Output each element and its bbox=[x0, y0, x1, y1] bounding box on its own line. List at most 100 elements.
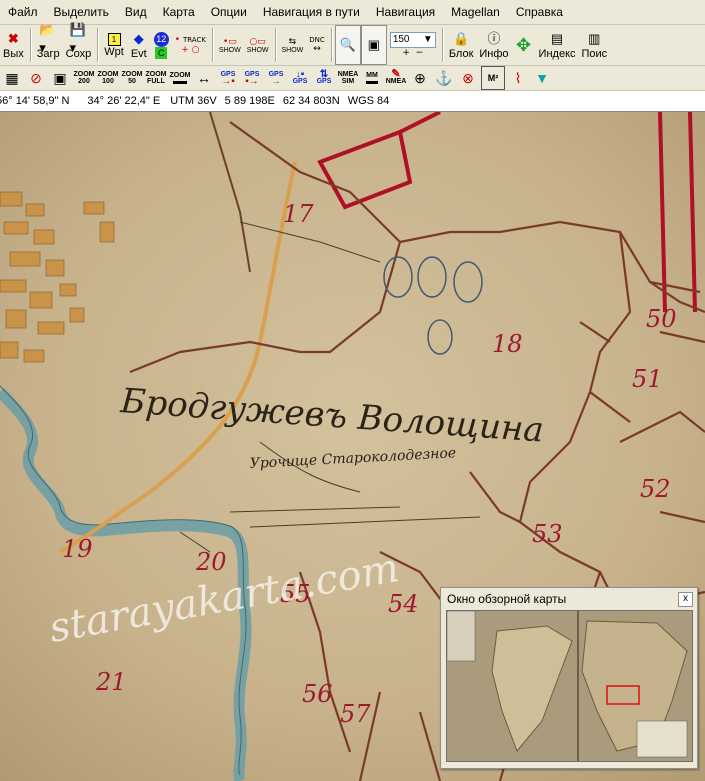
gps-route-button[interactable]: GPS ▪→ bbox=[241, 67, 263, 89]
zoom-select[interactable]: 150 ▼ + − bbox=[387, 26, 439, 64]
plot-number: 56 bbox=[302, 680, 333, 708]
menu-bar: Файл Выделить Вид Карта Опции Навигация … bbox=[0, 0, 705, 25]
close-icon[interactable]: x bbox=[678, 591, 693, 607]
plot-number: 18 bbox=[492, 330, 523, 358]
mm-bar bbox=[366, 81, 378, 84]
exit-button[interactable]: ✖ Вых bbox=[0, 26, 27, 64]
area-button[interactable]: M² bbox=[481, 66, 505, 90]
separator bbox=[330, 28, 332, 62]
overview-map-canvas bbox=[447, 611, 692, 761]
map-view[interactable]: Бродгужевъ Волощина Урочище Староколодез… bbox=[0, 112, 705, 781]
search-button[interactable]: ▥ Поис bbox=[579, 26, 611, 64]
show-track-button[interactable]: •▭ SHOW bbox=[216, 26, 244, 64]
chevron-down-icon: ▼ bbox=[422, 34, 433, 45]
info-icon: ⓘ bbox=[487, 31, 501, 46]
nmea-sim-value: SIM bbox=[341, 78, 355, 85]
zoom-custom-bar bbox=[173, 81, 187, 84]
plot-number: 54 bbox=[388, 590, 419, 618]
show-objects-button[interactable]: ⇆ SHOW bbox=[279, 26, 307, 64]
gps-track-button[interactable]: GPS → bbox=[265, 67, 287, 89]
index-icon: ▤ bbox=[550, 31, 564, 46]
utm-northing: 62 34 803N bbox=[282, 95, 340, 107]
grid-icon[interactable]: ▦ bbox=[1, 67, 23, 89]
zoom-custom-button[interactable]: ZOOM bbox=[169, 67, 191, 89]
overview-title-bar[interactable]: Окно обзорной карты x bbox=[441, 588, 697, 610]
show-route-button[interactable]: ○▭ SHOW bbox=[244, 26, 272, 64]
zoom-100-value: 100 bbox=[102, 78, 114, 85]
menu-map[interactable]: Карта bbox=[155, 0, 203, 24]
event-count-button[interactable]: 12 C bbox=[151, 26, 172, 64]
load-label: Загр bbox=[36, 48, 60, 60]
menu-magellan[interactable]: Magellan bbox=[443, 0, 508, 24]
gps-label: GPS bbox=[292, 78, 308, 85]
menu-help[interactable]: Справка bbox=[508, 0, 571, 24]
gps-connect-button[interactable]: GPS →▪ bbox=[217, 67, 239, 89]
zoom-100-label: ZOOM bbox=[97, 71, 119, 78]
floppy-icon: 💾▾ bbox=[69, 22, 86, 55]
anchor-icon[interactable]: ⚓ bbox=[433, 67, 455, 89]
waypoint-button[interactable]: 1 Wpt bbox=[101, 26, 127, 64]
crosshair-icon[interactable]: ⊕ bbox=[409, 67, 431, 89]
save-button[interactable]: 💾▾ Сохр bbox=[63, 22, 95, 64]
utm-zone: UTM 36V bbox=[170, 95, 217, 107]
track-icon: • TRACK bbox=[174, 35, 206, 45]
zoom-tool-button[interactable]: 🔍 bbox=[334, 25, 361, 65]
map-copy-icon: ▣ bbox=[367, 37, 380, 52]
overview-title: Окно обзорной карты bbox=[447, 592, 567, 606]
utm-easting: 5 89 198E bbox=[224, 95, 275, 107]
zoom-100-button[interactable]: ZOOM 100 bbox=[97, 67, 119, 89]
separator bbox=[97, 28, 99, 62]
block-button[interactable]: 🔒 Блок bbox=[446, 26, 477, 64]
plot-number: 51 bbox=[632, 365, 663, 393]
overview-window[interactable]: Окно обзорной карты x bbox=[440, 587, 698, 769]
gps-download-button[interactable]: ↓▪ GPS bbox=[289, 67, 311, 89]
event-button[interactable]: ◆ Evt bbox=[127, 26, 151, 64]
pan-arrows-button[interactable]: ✥ bbox=[512, 26, 536, 64]
plot-number: 20 bbox=[195, 548, 227, 576]
nmea-button[interactable]: ✎ NMEA bbox=[385, 67, 407, 89]
menu-route-navigation[interactable]: Навигация в пути bbox=[255, 0, 368, 24]
event-icon: ◆ bbox=[133, 31, 144, 46]
gps-upload-icon: ⇅ bbox=[319, 69, 329, 80]
menu-view[interactable]: Вид bbox=[117, 0, 155, 24]
zoom-50-button[interactable]: ZOOM 50 bbox=[121, 67, 143, 89]
menu-navigation[interactable]: Навигация bbox=[368, 0, 443, 24]
show-track-label: SHOW bbox=[218, 46, 241, 54]
dnc-button[interactable]: DNC ↔ bbox=[306, 26, 328, 64]
separator bbox=[274, 28, 276, 62]
objects-icon: ⇆ bbox=[288, 36, 297, 47]
track-label: TRACK bbox=[182, 36, 206, 44]
lifebuoy-icon[interactable]: ⊗ bbox=[457, 67, 479, 89]
zoom-200-value: 200 bbox=[78, 78, 90, 85]
zoom-200-button[interactable]: ZOOM 200 bbox=[73, 67, 95, 89]
gps-arrow-icon: →▪ bbox=[221, 76, 235, 87]
zoom-full-button[interactable]: ZOOM FULL bbox=[145, 67, 167, 89]
gps-upload-button[interactable]: ⇅ GPS bbox=[313, 67, 335, 89]
index-button[interactable]: ▤ Индекс bbox=[536, 26, 579, 64]
zoom-plus-minus-icon: + − bbox=[402, 48, 424, 58]
lock-icon: 🔒 bbox=[453, 31, 470, 46]
filter-icon[interactable]: ▼ bbox=[531, 67, 553, 89]
show-route-label: SHOW bbox=[246, 46, 269, 54]
info-button[interactable]: ⓘ Инфо bbox=[476, 26, 511, 64]
menu-options[interactable]: Опции bbox=[203, 0, 255, 24]
no-tool-icon[interactable]: ⊘ bbox=[25, 67, 47, 89]
plot-number: 52 bbox=[640, 475, 671, 503]
mm-button[interactable]: MM bbox=[361, 67, 383, 89]
copy-map-button[interactable]: ▣ bbox=[360, 25, 387, 65]
zoom-200-label: ZOOM bbox=[73, 71, 95, 78]
block-label: Блок bbox=[448, 48, 474, 60]
separator bbox=[441, 28, 443, 62]
nmea-sim-button[interactable]: NMEA SIM bbox=[337, 67, 359, 89]
event-label: Evt bbox=[130, 48, 147, 60]
nmea-sim-label: NMEA bbox=[337, 71, 359, 78]
overview-map[interactable] bbox=[446, 610, 693, 762]
pan-arrows-icon: ✥ bbox=[516, 35, 532, 55]
track-button[interactable]: • TRACK + ○ bbox=[172, 26, 209, 64]
exit-icon: ✖ bbox=[7, 31, 19, 46]
measure-icon[interactable]: ↔ bbox=[193, 67, 215, 89]
load-button[interactable]: 📂▾ Загр bbox=[34, 22, 63, 64]
profile-chart-icon[interactable]: ⌇ bbox=[507, 67, 529, 89]
folder-open-icon: 📂▾ bbox=[39, 22, 56, 55]
screen-icon[interactable]: ▣ bbox=[49, 67, 71, 89]
